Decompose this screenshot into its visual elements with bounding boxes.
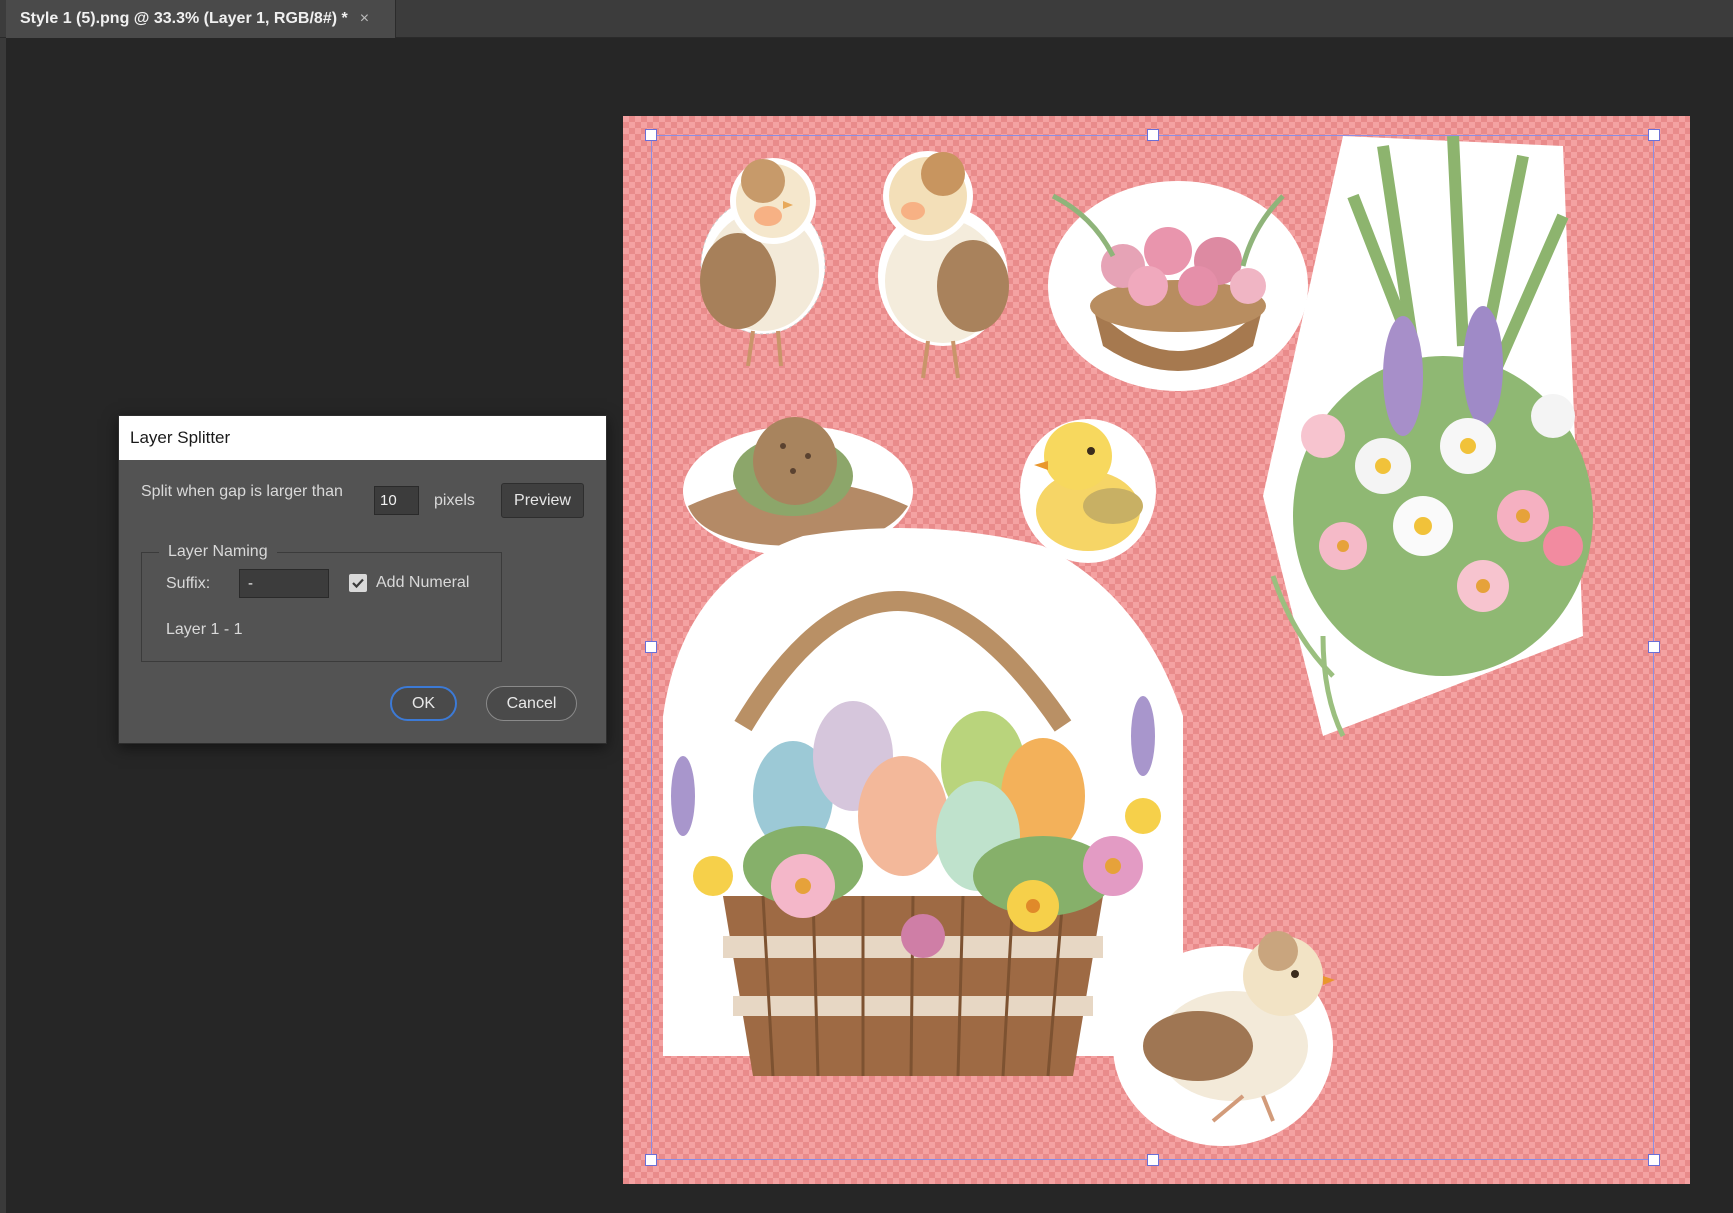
flower-bouquet-sticker (1263, 135, 1593, 738)
flower-basket-sticker (1048, 181, 1308, 391)
image-canvas[interactable] (623, 116, 1690, 1184)
layer-name-preview: Layer 1 - 1 (166, 621, 243, 638)
chick-sticker-2 (878, 151, 1009, 379)
transform-handle-top-left[interactable] (645, 129, 657, 141)
suffix-input[interactable] (239, 569, 329, 598)
gap-label: Split when gap is larger than (141, 483, 343, 500)
dialog-titlebar[interactable]: Layer Splitter (119, 416, 606, 460)
checkmark-icon (352, 578, 364, 589)
layer-naming-title: Layer Naming (159, 543, 277, 561)
transform-handle-top-right[interactable] (1648, 129, 1660, 141)
add-numeral-label[interactable]: Add Numeral (376, 574, 469, 592)
transform-handle-bottom-right[interactable] (1648, 1154, 1660, 1166)
cancel-button[interactable]: Cancel (486, 686, 577, 721)
suffix-label: Suffix: (166, 575, 211, 592)
transform-handle-middle-left[interactable] (645, 641, 657, 653)
transform-handle-bottom-left[interactable] (645, 1154, 657, 1166)
add-numeral-checkbox[interactable] (349, 574, 367, 592)
document-tab-title: Style 1 (5).png @ 33.3% (Layer 1, RGB/8#… (20, 10, 348, 27)
sticker-artwork (663, 135, 1593, 1146)
transform-handle-bottom-center[interactable] (1147, 1154, 1159, 1166)
yellow-chick-sticker (1020, 419, 1156, 563)
document-tab[interactable]: Style 1 (5).png @ 33.3% (Layer 1, RGB/8#… (6, 0, 396, 38)
close-tab-icon[interactable]: × (360, 10, 369, 28)
easter-egg-basket-sticker (663, 528, 1183, 1077)
transform-handle-middle-right[interactable] (1648, 641, 1660, 653)
left-panel-edge (0, 38, 6, 1213)
layer-naming-group: Layer Naming Suffix: Add Numeral Layer 1… (141, 543, 502, 662)
gap-pixels-input[interactable] (374, 486, 419, 515)
dialog-title: Layer Splitter (130, 428, 231, 447)
gap-unit-label: pixels (434, 492, 475, 509)
chick-sticker-1 (700, 158, 826, 367)
ok-button[interactable]: OK (390, 686, 457, 721)
document-tab-bar: Style 1 (5).png @ 33.3% (Layer 1, RGB/8#… (0, 0, 1733, 38)
transform-handle-top-center[interactable] (1147, 129, 1159, 141)
preview-button[interactable]: Preview (501, 483, 584, 518)
layer-splitter-dialog: Layer Splitter Split when gap is larger … (118, 415, 607, 744)
